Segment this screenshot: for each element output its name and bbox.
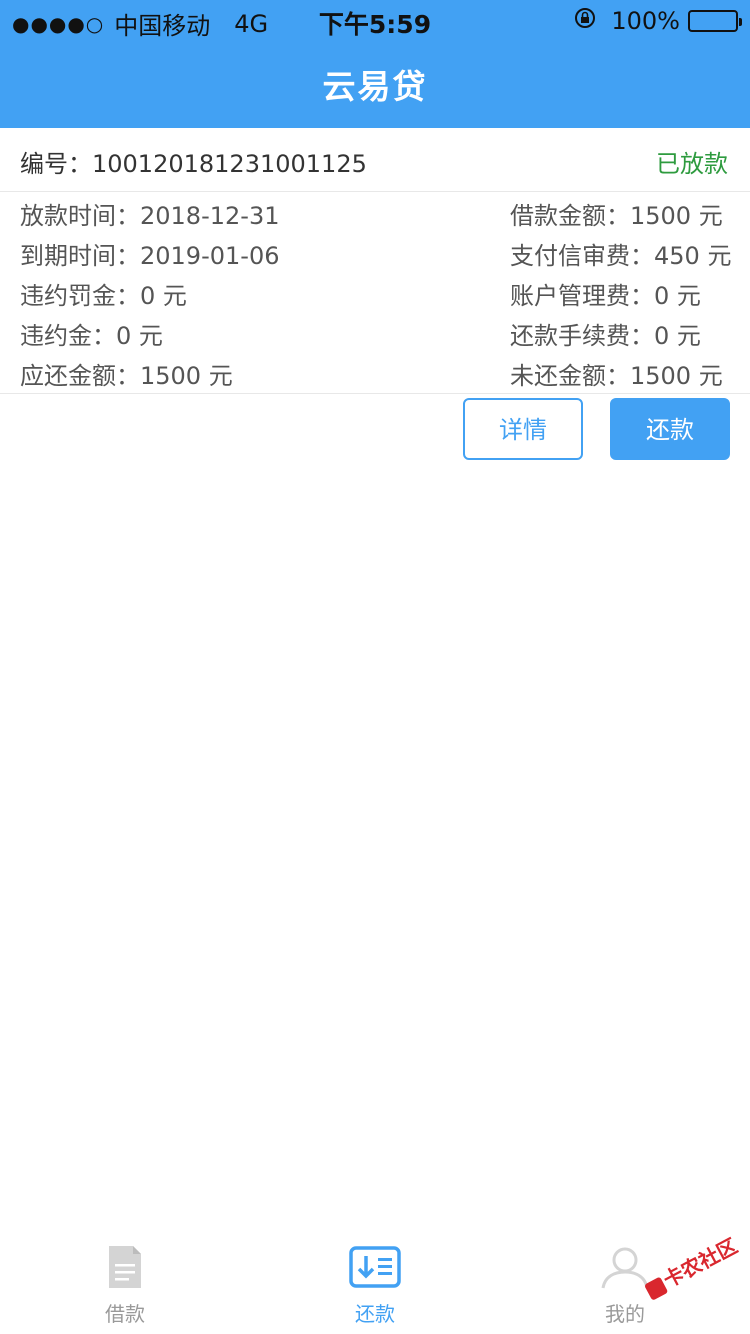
detail-value: 1500 元 [140,362,233,390]
detail-button[interactable]: 详情 [463,398,583,460]
battery-percent: 100% [611,7,680,35]
detail-right: 未还金额：1500 元 [510,356,723,391]
detail-label: 违约罚金： [20,282,140,310]
detail-right: 借款金额：1500 元 [510,196,723,231]
order-number-label: 编号： [20,150,92,178]
battery-icon [688,10,742,32]
detail-value: 1500 元 [630,202,723,230]
status-bar: ●●●●○ 中国移动 4G 下午5:59 100% [0,0,750,40]
order-number: 编号：100120181231001125 [20,144,367,179]
detail-label: 应还金额： [20,362,140,390]
detail-left: 违约金：0 元 [20,316,163,351]
detail-value: 450 元 [654,242,732,270]
detail-value: 0 元 [654,282,701,310]
detail-label: 支付信审费： [510,242,654,270]
document-icon [99,1244,151,1290]
detail-left: 违约罚金：0 元 [20,276,187,311]
order-card-header: 编号：100120181231001125 已放款 [0,128,750,192]
order-number-value: 100120181231001125 [92,150,367,178]
detail-label: 还款手续费： [510,322,654,350]
tab-bar: 借款 还款 我的 [0,1234,750,1334]
detail-label: 违约金： [20,322,116,350]
detail-left: 放款时间：2018-12-31 [20,196,279,231]
detail-row: 应还金额：1500 元 未还金额：1500 元 [0,356,750,392]
detail-left: 应还金额：1500 元 [20,356,233,391]
detail-right: 账户管理费：0 元 [510,276,701,311]
repay-button[interactable]: 还款 [610,398,730,460]
status-right: 100% [573,6,742,36]
order-details: 放款时间：2018-12-31 借款金额：1500 元 到期时间：2019-01… [0,192,750,394]
detail-left: 到期时间：2019-01-06 [20,236,279,271]
detail-value: 0 元 [654,322,701,350]
app-header: ●●●●○ 中国移动 4G 下午5:59 100% 云易贷 [0,0,750,128]
detail-value: 2019-01-06 [140,242,280,270]
detail-row: 到期时间：2019-01-06 支付信审费：450 元 [0,236,750,272]
detail-value: 2018-12-31 [140,202,280,230]
detail-label: 放款时间： [20,202,140,230]
detail-right: 还款手续费：0 元 [510,316,701,351]
tab-label: 借款 [105,1302,145,1326]
detail-row: 违约罚金：0 元 账户管理费：0 元 [0,276,750,312]
detail-label: 到期时间： [20,242,140,270]
page-title: 云易贷 [322,67,428,106]
detail-row: 违约金：0 元 还款手续费：0 元 [0,316,750,352]
rotation-lock-icon [573,6,597,36]
detail-value: 0 元 [140,282,187,310]
detail-label: 借款金额： [510,202,630,230]
detail-right: 支付信审费：450 元 [510,236,731,271]
detail-label: 账户管理费： [510,282,654,310]
detail-value: 0 元 [116,322,163,350]
tab-label: 还款 [355,1302,395,1326]
tab-borrow[interactable]: 借款 [0,1234,250,1334]
detail-label: 未还金额： [510,362,630,390]
detail-value: 1500 元 [630,362,723,390]
tab-repay[interactable]: 还款 [250,1234,500,1334]
detail-row: 放款时间：2018-12-31 借款金额：1500 元 [0,196,750,232]
repay-list-icon [349,1244,401,1290]
status-badge: 已放款 [656,150,728,178]
